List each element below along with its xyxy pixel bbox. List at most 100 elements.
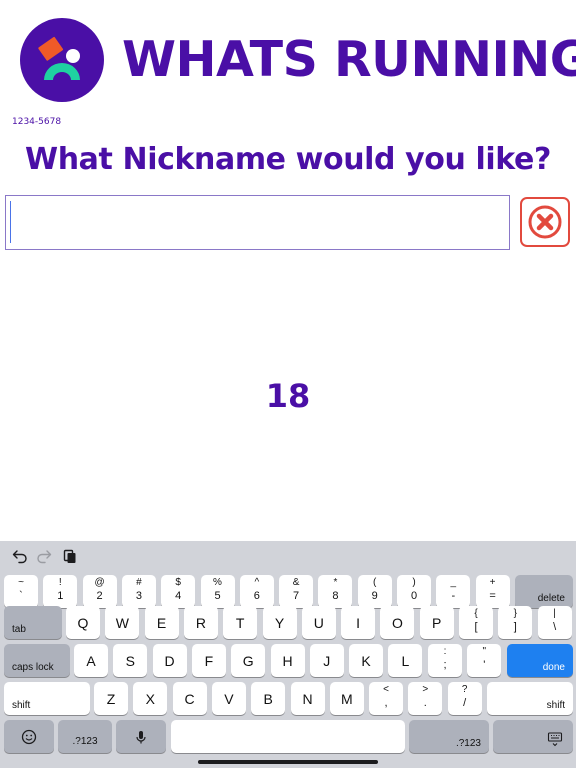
key-o[interactable]: O [380, 606, 415, 639]
key-label: 5 [214, 590, 221, 602]
key-u[interactable]: U [301, 606, 336, 639]
key-k[interactable]: K [349, 644, 384, 677]
emoji-key[interactable] [4, 720, 54, 753]
nickname-question: What Nickname would you like? [25, 142, 551, 177]
key-label: L [401, 652, 410, 669]
key-punct-1[interactable]: " ' [467, 644, 502, 677]
delete-key[interactable]: delete [515, 575, 573, 608]
done-key[interactable]: done [507, 644, 573, 677]
key-label: / [463, 697, 467, 709]
key-f[interactable]: F [191, 644, 226, 677]
undo-icon[interactable] [11, 547, 29, 565]
key-label: F [204, 652, 214, 669]
key-j[interactable]: J [309, 644, 344, 677]
key-d[interactable]: D [152, 644, 187, 677]
tab-key[interactable]: tab [4, 606, 62, 639]
key-label: 2 [96, 590, 103, 602]
key-5[interactable]: % 5 [200, 575, 235, 608]
key-bracket-0[interactable]: {[ [459, 606, 493, 639]
key-shift-label: % [213, 577, 222, 588]
key-8[interactable]: * 8 [318, 575, 353, 608]
key-shift-label: ! [58, 577, 62, 588]
key-9[interactable]: (9 [357, 575, 392, 608]
key-label: .?123 [455, 738, 481, 749]
hide-keyboard-key[interactable] [493, 720, 573, 753]
key-label: 8 [332, 590, 339, 602]
runner-logo-icon [20, 18, 104, 102]
key-label: 6 [253, 590, 260, 602]
key-b[interactable]: B [251, 682, 286, 715]
key-n[interactable]: N [290, 682, 325, 715]
numbers-key-right[interactable]: .?123 [409, 720, 489, 753]
key-label: tab [12, 624, 26, 635]
key-label: P [432, 614, 442, 631]
key-shift-label: ? [461, 684, 468, 695]
key-g[interactable]: G [231, 644, 266, 677]
key-a[interactable]: A [74, 644, 108, 677]
key-label: [ [474, 621, 478, 633]
key-label: N [302, 690, 313, 707]
key-punct-b2[interactable]: ? / [447, 682, 482, 715]
key-label: , [384, 697, 388, 709]
key-t[interactable]: T [223, 606, 258, 639]
key-s[interactable]: S [113, 644, 148, 677]
dictation-key[interactable] [116, 720, 166, 753]
key-p[interactable]: P [419, 606, 454, 639]
key-label: X [145, 690, 155, 707]
key-2[interactable]: @2 [82, 575, 117, 608]
key-0[interactable]: ) 0 [397, 575, 431, 608]
key-4[interactable]: $4 [161, 575, 196, 608]
key-shift-label: & [292, 577, 300, 588]
caps-lock-key[interactable]: caps lock [4, 644, 70, 677]
key-bracket-1[interactable]: }] [498, 606, 533, 639]
clear-button[interactable] [520, 197, 570, 247]
numbers-key-left[interactable]: .?123 [58, 720, 112, 753]
paste-icon[interactable] [61, 547, 79, 565]
key-label: ` [19, 590, 23, 602]
key-label: .?123 [72, 736, 98, 747]
key-label: \ [553, 621, 557, 633]
key-label: D [164, 652, 175, 669]
key-c[interactable]: C [172, 682, 207, 715]
shift-right-key[interactable]: shift [487, 682, 573, 715]
key--[interactable]: _ - [436, 575, 471, 608]
key-m[interactable]: M [329, 682, 364, 715]
key-1[interactable]: ! 1 [43, 575, 78, 608]
key-punct-b0[interactable]: <, [369, 682, 403, 715]
key-shift-label: # [136, 577, 142, 588]
key-label: M [340, 690, 353, 707]
nickname-input[interactable] [5, 195, 510, 250]
key-label: E [156, 614, 167, 631]
key-v[interactable]: V [211, 682, 246, 715]
key-label: shift [12, 700, 31, 711]
key-i[interactable]: I [341, 606, 376, 639]
home-indicator [198, 760, 378, 764]
key-3[interactable]: #3 [121, 575, 156, 608]
key-label: J [323, 652, 331, 669]
key-=[interactable]: + = [475, 575, 510, 608]
key-label: V [224, 690, 234, 707]
shift-left-key[interactable]: shift [4, 682, 90, 715]
key-bracket-2[interactable]: | \ [537, 606, 572, 639]
key-l[interactable]: L [388, 644, 423, 677]
key-w[interactable]: W [105, 606, 140, 639]
key-6[interactable]: ^ 6 [239, 575, 274, 608]
space-key[interactable] [171, 720, 405, 753]
key-z[interactable]: Z [94, 682, 128, 715]
key-y[interactable]: Y [262, 606, 297, 639]
key-q[interactable]: Q [66, 606, 100, 639]
key-e[interactable]: E [144, 606, 179, 639]
key-h[interactable]: H [270, 644, 305, 677]
key-7[interactable]: & 7 [279, 575, 314, 608]
redo-icon[interactable] [35, 547, 53, 565]
key-x[interactable]: X [133, 682, 168, 715]
key-r[interactable]: R [183, 606, 218, 639]
key-shift-label: > [422, 684, 429, 695]
key-`[interactable]: ~ ` [4, 575, 38, 608]
key-label: Z [106, 690, 116, 707]
key-label: T [235, 614, 245, 631]
key-label: I [356, 614, 361, 631]
key-shift-label: ( [373, 577, 377, 588]
key-punct-0[interactable]: :; [428, 644, 462, 677]
key-punct-b1[interactable]: >. [408, 682, 443, 715]
